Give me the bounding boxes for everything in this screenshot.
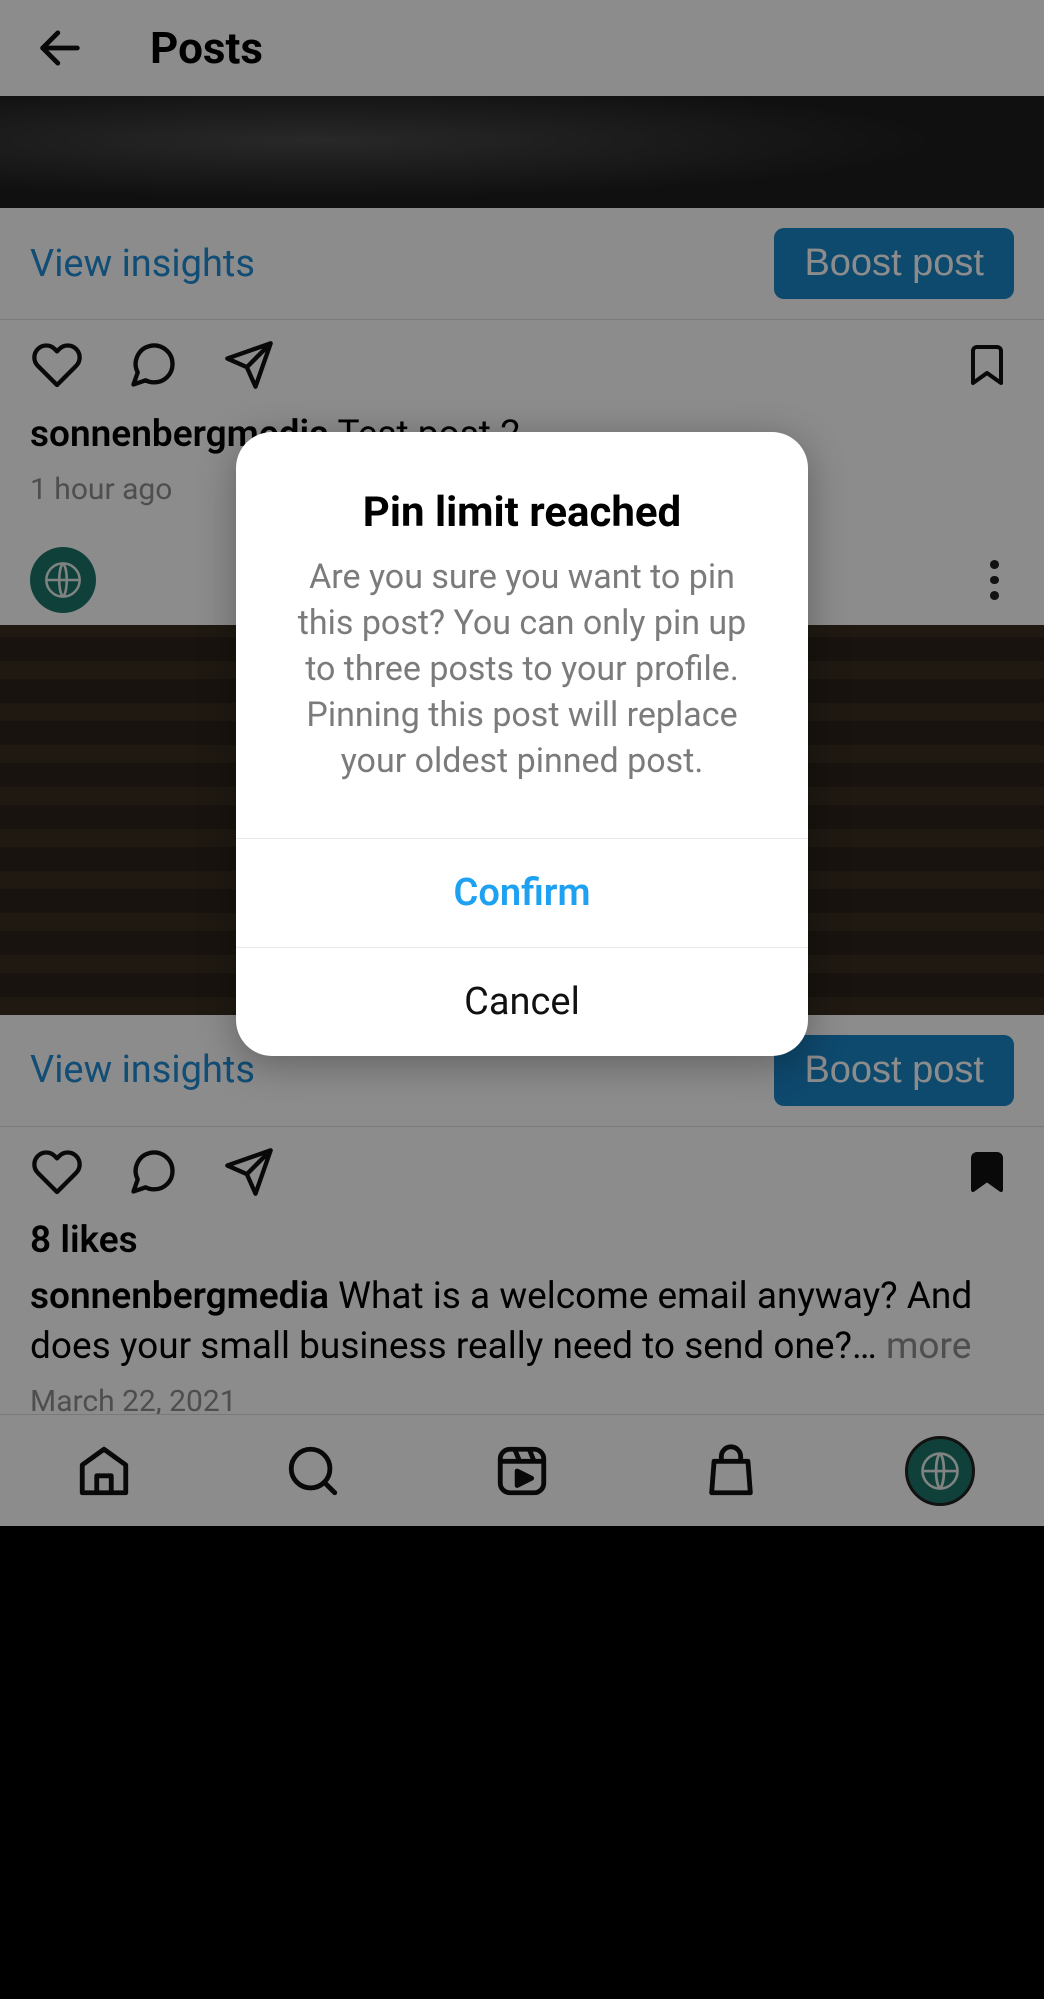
dialog-body: Are you sure you want to pin this post? … bbox=[236, 555, 808, 838]
dialog-confirm-button[interactable]: Confirm bbox=[236, 838, 808, 947]
dialog-title: Pin limit reached bbox=[236, 432, 808, 555]
app-root: Posts View insights Boost post sonnenber… bbox=[0, 0, 1044, 1999]
pin-limit-dialog: Pin limit reached Are you sure you want … bbox=[236, 432, 808, 1056]
dialog-cancel-button[interactable]: Cancel bbox=[236, 947, 808, 1056]
modal-overlay[interactable]: Pin limit reached Are you sure you want … bbox=[0, 0, 1044, 1999]
